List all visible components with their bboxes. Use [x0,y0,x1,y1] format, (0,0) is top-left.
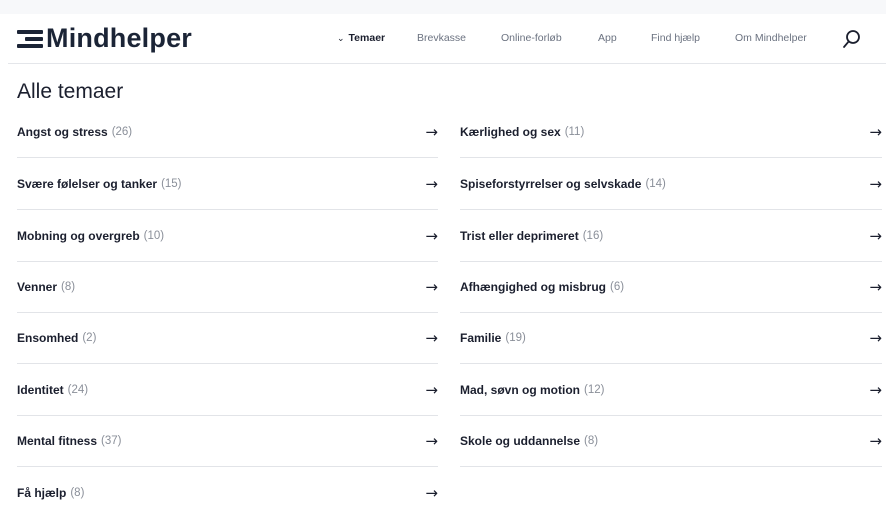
topic-count: (8) [584,434,599,447]
arrow-right-icon: → [425,174,438,193]
topic-link-identitet[interactable]: Identitet (24) → [17,364,438,416]
topic-count: (11) [564,125,585,138]
topic-label: Venner [17,279,58,294]
arrow-right-icon: → [425,380,438,399]
topic-link-ensomhed[interactable]: Ensomhed (2) → [17,312,438,364]
arrow-right-icon: → [869,328,882,347]
topic-link-angst-og-stress[interactable]: Angst og stress (26) → [17,106,438,158]
main-nav: ⌄ Temaer Brevkasse Online-forløb App Find… [8,14,886,64]
topic-label: Identitet [17,382,64,397]
topic-count: (19) [505,331,526,344]
nav-item-brevkasse[interactable]: Brevkasse [417,32,466,44]
arrow-right-icon: → [425,226,438,245]
nav-item-label: Om Mindhelper [735,32,807,44]
search-icon [843,30,860,48]
topic-link-familie[interactable]: Familie (19) → [460,312,882,364]
topic-label: Mental fitness [17,433,98,448]
topic-link-spiseforstyrrelser[interactable]: Spiseforstyrrelser og selvskade (14) → [460,158,882,210]
topic-count: (37) [101,434,122,447]
topic-label: Få hjælp [17,486,67,500]
arrow-right-icon: → [869,226,882,245]
topic-label: Skole og uddannelse [460,433,581,448]
topic-count: (2) [82,331,97,344]
topic-label: Mad, søvn og motion [460,382,580,397]
topic-link-kaerlighed-og-sex[interactable]: Kærlighed og sex (11) → [460,106,882,158]
nav-item-label: Temaer [348,32,386,44]
topic-count: (8) [61,280,76,293]
topic-link-mad-soevn-motion[interactable]: Mad, søvn og motion (12) → [460,364,882,416]
topic-link-venner[interactable]: Venner (8) → [17,261,438,313]
page-title: Alle temaer [17,80,124,103]
nav-item-label: Online-forløb [501,32,562,44]
topic-label: Trist eller deprimeret [460,228,579,243]
arrow-right-icon: → [425,122,438,141]
topic-link-mental-fitness[interactable]: Mental fitness (37) → [17,415,438,467]
nav-item-online-forloeb[interactable]: Online-forløb [501,32,562,44]
arrow-right-icon: → [425,431,438,450]
topic-link-mobning[interactable]: Mobning og overgreb (10) → [17,210,438,262]
nav-item-app[interactable]: App [598,32,617,44]
arrow-right-icon: → [869,380,882,399]
topic-label: Svære følelser og tanker [17,176,158,191]
topic-count: (10) [143,229,165,242]
nav-item-label: App [598,32,617,44]
search-button[interactable] [840,27,864,51]
topic-count: (6) [610,280,625,293]
topic-count: (16) [582,229,604,242]
top-gap [0,0,886,14]
arrow-right-icon: → [869,174,882,193]
arrow-right-icon: → [425,328,438,347]
topic-label: Angst og stress [17,124,108,139]
topic-label: Afhængighed og misbrug [460,279,606,294]
topic-count: (15) [161,177,182,190]
topic-link-skole[interactable]: Skole og uddannelse (8) → [460,415,882,467]
topic-label: Mobning og overgreb [17,228,140,243]
chevron-down-icon: ⌄ [337,33,345,43]
nav-item-om-mindhelper[interactable]: Om Mindhelper [735,32,807,44]
topic-count: (14) [645,177,666,190]
topic-count: (24) [67,383,89,396]
arrow-right-icon: → [869,277,882,296]
nav-item-label: Brevkasse [417,32,467,44]
topic-link-faa-hjaelp[interactable]: Få hjælp (8) → [17,467,438,519]
nav-item-temaer[interactable]: ⌄ Temaer [337,32,385,44]
arrow-right-icon: → [869,122,882,141]
nav-item-label: Find hjælp [651,32,701,44]
topic-link-trist[interactable]: Trist eller deprimeret (16) → [460,210,882,262]
topic-count: (12) [584,383,605,396]
page: Mindhelper ⌄ Temaer Brevkasse Online-forl… [0,0,886,520]
topic-count: (26) [111,125,133,138]
nav-item-find-hjaelp[interactable]: Find hjælp [651,32,700,44]
topic-link-svaere-foelelser[interactable]: Svære følelser og tanker (15) → [17,158,438,210]
arrow-right-icon: → [425,277,438,296]
arrow-right-icon: → [425,484,438,502]
topic-label: Kærlighed og sex [460,124,561,139]
topic-label: Spiseforstyrrelser og selvskade [460,176,642,191]
site-header: Mindhelper ⌄ Temaer Brevkasse Online-forl… [8,14,886,64]
arrow-right-icon: → [869,431,882,450]
topic-count: (8) [70,487,85,499]
topic-label: Ensomhed [17,330,79,345]
topic-link-afhaengighed[interactable]: Afhængighed og misbrug (6) → [460,261,882,313]
topic-label: Familie [460,330,502,345]
